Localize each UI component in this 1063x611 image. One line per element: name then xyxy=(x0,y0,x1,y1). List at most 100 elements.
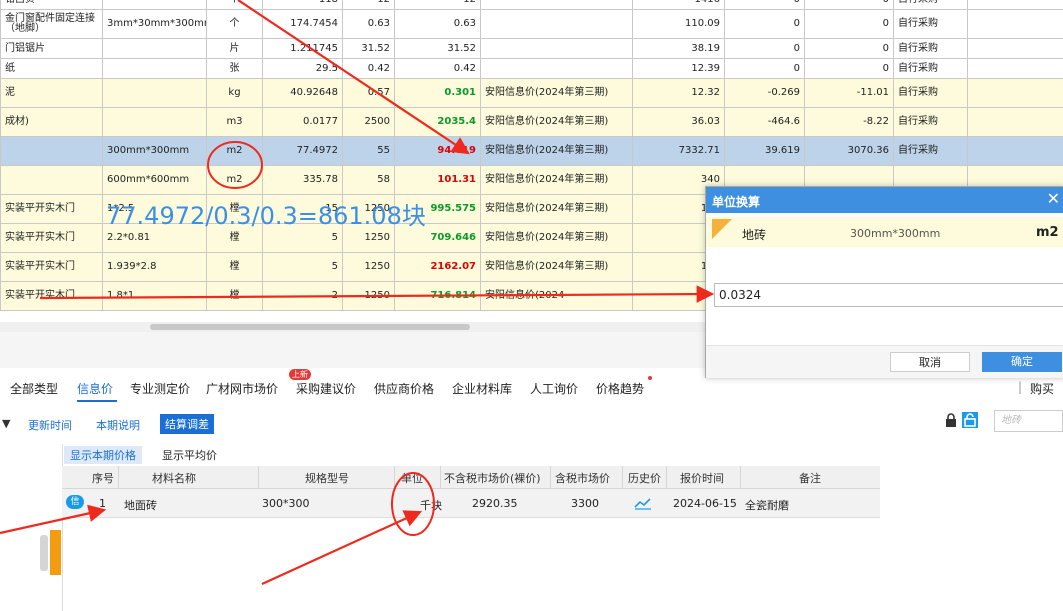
table-row[interactable]: 1 地面砖 300*300 千块 2920.35 3300 2024-06-15… xyxy=(62,489,880,518)
cell-market-price[interactable]: 0.63 xyxy=(394,9,481,39)
cell-market-price[interactable]: 0.301 xyxy=(394,78,481,108)
cell-price-source[interactable] xyxy=(480,9,633,39)
grid-row[interactable]: 300mm*300mm m2 77.4972 55 94.619 安阳信息价(2024年第… xyxy=(0,136,1063,166)
cell-name[interactable]: 纸 xyxy=(0,58,103,79)
cell-total[interactable]: 110.09 xyxy=(632,9,725,39)
cell-supply[interactable]: 自行采购 xyxy=(893,9,968,39)
cell-extra[interactable] xyxy=(967,107,1063,137)
grid-row[interactable]: 钳吕负个1181212141600自行采购 xyxy=(0,0,1063,10)
cell-adjust[interactable]: 0 xyxy=(804,9,894,39)
col-unit[interactable]: 单位 xyxy=(401,470,423,486)
cell-extra[interactable] xyxy=(967,0,1063,10)
cell-name[interactable]: 实装平开实木门 xyxy=(0,194,103,224)
search-input[interactable]: 地砖 xyxy=(994,410,1063,432)
col-index[interactable]: 序号 xyxy=(92,470,114,486)
conversion-factor-input[interactable]: 0.0324 xyxy=(714,283,1063,307)
cell-budget-price[interactable]: 0.57 xyxy=(342,78,395,108)
cell-spec[interactable] xyxy=(102,107,207,137)
unlock-icon[interactable] xyxy=(962,412,978,428)
cell-adjust[interactable]: 0 xyxy=(804,58,894,79)
cell-market-price[interactable]: 94.619 xyxy=(394,136,481,166)
settle-adjust-button[interactable]: 结算调差 xyxy=(160,414,214,434)
cell-budget-price[interactable]: 55 xyxy=(342,136,395,166)
cell-qty[interactable]: 2 xyxy=(262,281,343,311)
cell-total[interactable]: 38.19 xyxy=(632,38,725,59)
cell-spec[interactable] xyxy=(102,38,207,59)
cell-unit[interactable]: 个 xyxy=(206,9,263,39)
cell-diff[interactable]: 0 xyxy=(724,9,805,39)
scrollbar-thumb[interactable] xyxy=(150,324,470,330)
cell-unit[interactable]: m2 xyxy=(206,136,263,166)
cell-market-price[interactable]: 2162.07 xyxy=(394,252,481,282)
cell-price-source[interactable]: 安阳信息价(2024年第三期) xyxy=(480,136,633,166)
cell-name[interactable]: 实装平开实木门 xyxy=(0,223,103,253)
cell-budget-price[interactable]: 58 xyxy=(342,165,395,195)
grid-row[interactable]: 门铝锯片片 1.211745 31.52 31.52 38.19 0 0 自行采购 xyxy=(0,38,1063,59)
tab-all-types[interactable]: 全部类型 xyxy=(10,380,58,397)
cell-name[interactable] xyxy=(0,165,103,195)
cell-unit[interactable]: 个 xyxy=(206,0,263,10)
cell-price-source[interactable]: 安阳信息价(2024年第三期) xyxy=(480,165,633,195)
cell-market-price[interactable]: 716.814 xyxy=(394,281,481,311)
cell-qty[interactable]: 335.78 xyxy=(262,165,343,195)
ok-button[interactable]: 确定 xyxy=(982,352,1062,372)
cell-diff[interactable]: 0 xyxy=(724,58,805,79)
cell-supply[interactable]: 自行采购 xyxy=(893,0,968,10)
cell-unit[interactable]: m2 xyxy=(206,165,263,195)
cell-price-source[interactable]: 安阳信息价(2024年第三期) xyxy=(480,252,633,282)
cell-name[interactable]: 成材) xyxy=(0,107,103,137)
row-price-in-tax[interactable]: 3300 xyxy=(571,497,599,510)
collapse-handle[interactable] xyxy=(50,530,61,575)
tab-supplier-price[interactable]: 供应商价格 xyxy=(374,380,434,397)
row-price-ex-tax[interactable]: 2920.35 xyxy=(472,497,518,510)
tab-purchase-advice[interactable]: 采购建议价 xyxy=(296,380,356,397)
grid-row[interactable]: 泥 kg 40.92648 0.57 0.301 安阳信息价(2024年第三期) 12.32… xyxy=(0,78,1063,108)
cell-qty[interactable]: 5 xyxy=(262,252,343,282)
grid-row[interactable]: 纸张 29.5 0.42 0.42 12.39 0 0 自行采购 xyxy=(0,58,1063,79)
period-note-button[interactable]: 本期说明 xyxy=(96,417,140,433)
cell-spec[interactable]: 1.8*1 xyxy=(102,281,207,311)
cell-market-price[interactable]: 2035.4 xyxy=(394,107,481,137)
cell-extra[interactable] xyxy=(967,78,1063,108)
dialog-title-bar[interactable]: 单位换算 ✕ xyxy=(706,187,1063,213)
grid-row[interactable]: 金门窗配件固定连接（地脚） 3mm*30mm*300mm 个 174.7454 0.63… xyxy=(0,9,1063,39)
col-price-ex-tax[interactable]: 不含税市场价(裸价) xyxy=(444,470,541,486)
tab-enterprise-library[interactable]: 企业材料库 xyxy=(452,380,512,397)
cell-spec[interactable]: 3mm*30mm*300mm xyxy=(102,9,207,39)
close-icon[interactable]: ✕ xyxy=(1047,189,1060,208)
cell-qty[interactable]: 29.5 xyxy=(262,58,343,79)
cell-qty[interactable]: 1.211745 xyxy=(262,38,343,59)
cell-price-source[interactable]: 安阳信息价(2024年第三期) xyxy=(480,107,633,137)
cell-spec[interactable]: 300mm*300mm xyxy=(102,136,207,166)
cell-qty[interactable]: 40.92648 xyxy=(262,78,343,108)
cell-budget-price[interactable]: 12 xyxy=(342,0,395,10)
tab-info-price[interactable]: 信息价 xyxy=(77,380,113,397)
cell-price-source[interactable]: 安阳信息价(2024 xyxy=(480,281,633,311)
cell-market-price[interactable]: 12 xyxy=(394,0,481,10)
cell-name[interactable] xyxy=(0,136,103,166)
trend-chart-icon[interactable] xyxy=(634,496,652,510)
cell-budget-price[interactable]: 1250 xyxy=(342,252,395,282)
cell-total[interactable]: 12.32 xyxy=(632,78,725,108)
cell-name[interactable]: 金门窗配件固定连接（地脚） xyxy=(0,9,103,39)
cell-budget-price[interactable]: 0.63 xyxy=(342,9,395,39)
cell-total[interactable]: 1416 xyxy=(632,0,725,10)
cell-unit[interactable]: 张 xyxy=(206,58,263,79)
cell-spec[interactable] xyxy=(102,0,207,10)
cell-adjust[interactable]: 0 xyxy=(804,38,894,59)
cell-diff[interactable]: 0 xyxy=(724,38,805,59)
cell-diff[interactable]: 0 xyxy=(724,0,805,10)
cell-budget-price[interactable]: 31.52 xyxy=(342,38,395,59)
grid-row[interactable]: 成材) m3 0.0177 2500 2035.4 安阳信息价(2024年第三期) 36.0… xyxy=(0,107,1063,137)
col-remark[interactable]: 备注 xyxy=(799,470,821,486)
cell-unit[interactable]: kg xyxy=(206,78,263,108)
cell-total[interactable]: 12.39 xyxy=(632,58,725,79)
cell-adjust[interactable]: 0 xyxy=(804,0,894,10)
cell-budget-price[interactable]: 1250 xyxy=(342,281,395,311)
cell-total[interactable]: 7332.71 xyxy=(632,136,725,166)
cell-supply[interactable]: 自行采购 xyxy=(893,136,968,166)
cancel-button[interactable]: 取消 xyxy=(890,352,970,372)
cell-supply[interactable]: 自行采购 xyxy=(893,78,968,108)
cell-budget-price[interactable]: 2500 xyxy=(342,107,395,137)
left-scrollbar[interactable] xyxy=(40,535,48,571)
